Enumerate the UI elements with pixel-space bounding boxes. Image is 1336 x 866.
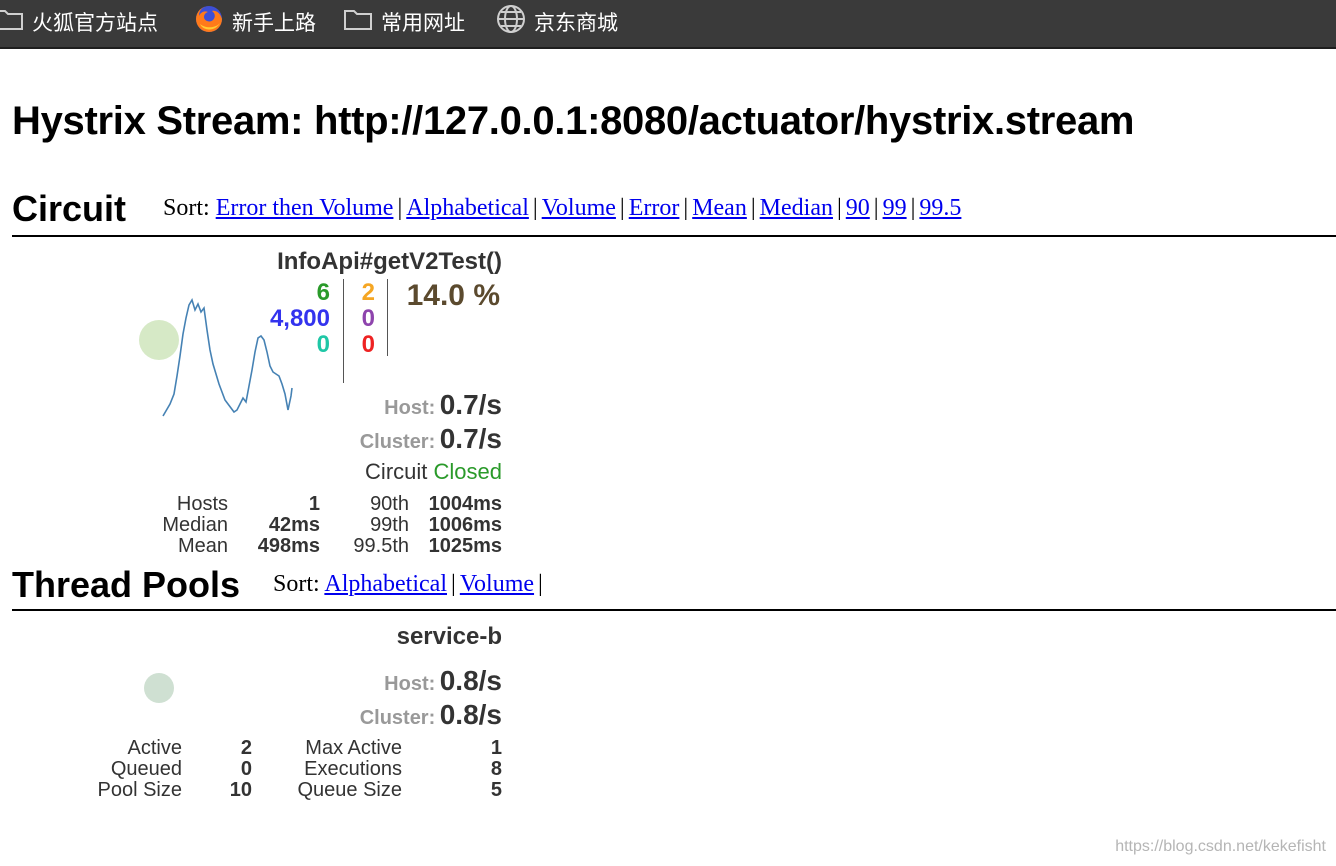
bookmark-label: 京东商城 bbox=[534, 12, 618, 35]
mean-label: Mean bbox=[177, 535, 228, 557]
p99-5-label: 99.5th bbox=[353, 535, 409, 557]
p99-label: 99th bbox=[370, 514, 409, 536]
bookmark-getting-started[interactable]: 新手上路 bbox=[194, 0, 316, 44]
bad-request-count: 0 bbox=[316, 331, 330, 358]
host-rate: 0.7/s bbox=[439, 389, 502, 420]
hosts-value: 1 bbox=[308, 493, 320, 515]
page-title: Hystrix Stream: http://127.0.0.1:8080/ac… bbox=[12, 99, 1135, 143]
sort-mean-link[interactable]: Mean bbox=[692, 195, 747, 221]
timeout-count: 2 bbox=[361, 279, 375, 306]
thread-pool-name: service-b bbox=[396, 623, 502, 650]
circuit-divider bbox=[12, 235, 1336, 237]
executions-label: Executions bbox=[304, 758, 402, 780]
hosts-label: Hosts bbox=[176, 493, 228, 515]
watermark: https://blog.csdn.net/kekefisht bbox=[1115, 838, 1326, 855]
circuit-status-label: Circuit bbox=[365, 459, 428, 484]
sort-label: Sort: bbox=[163, 195, 210, 221]
circuit-status-row: Circuit Closed bbox=[365, 459, 502, 485]
mean-value: 498ms bbox=[257, 535, 320, 557]
active-label: Active bbox=[127, 737, 182, 759]
max-active-label: Max Active bbox=[305, 737, 402, 759]
bookmark-jd-mall[interactable]: 京东商城 bbox=[496, 0, 618, 44]
bookmark-common-sites[interactable]: 常用网址 bbox=[343, 0, 465, 44]
queue-size-label: Queue Size bbox=[297, 779, 402, 801]
p99-5-value: 1025ms bbox=[428, 535, 502, 557]
queued-label: Queued bbox=[110, 758, 182, 780]
p90-label: 90th bbox=[370, 493, 409, 515]
circuit-sort-bar: Sort: Error then Volume | Alphabetical | Vol… bbox=[163, 195, 962, 221]
circuit-name: InfoApi#getV2Test() bbox=[277, 248, 502, 275]
folder-icon bbox=[343, 7, 373, 37]
cluster-rate-row: Cluster: 0.7/s bbox=[360, 423, 502, 455]
max-active-value: 1 bbox=[490, 737, 502, 759]
cluster-label: Cluster: bbox=[359, 707, 436, 729]
globe-icon bbox=[496, 4, 526, 40]
sort-alphabetical-link[interactable]: Alphabetical bbox=[406, 195, 529, 221]
cluster-rate: 0.8/s bbox=[439, 699, 502, 730]
active-value: 2 bbox=[240, 737, 252, 759]
thread-pool-health-circle bbox=[144, 673, 174, 703]
sort-median-link[interactable]: Median bbox=[760, 195, 833, 221]
bookmark-label: 常用网址 bbox=[381, 12, 465, 35]
thread-pools-sort-bar: Sort: Alphabetical | Volume | bbox=[273, 571, 543, 597]
rejected-count: 0 bbox=[361, 305, 375, 332]
p90-value: 1004ms bbox=[428, 493, 502, 515]
circuit-health-circle bbox=[139, 320, 179, 360]
queue-size-value: 5 bbox=[490, 779, 502, 801]
success-count: 6 bbox=[316, 279, 330, 306]
cluster-rate: 0.7/s bbox=[439, 423, 502, 454]
host-rate: 0.8/s bbox=[439, 665, 502, 696]
cluster-label: Cluster: bbox=[359, 431, 436, 453]
bookmark-label: 火狐官方站点 bbox=[32, 12, 158, 35]
p99-value: 1006ms bbox=[428, 514, 502, 536]
failure-count: 0 bbox=[361, 331, 375, 358]
short-circuited-count: 4,800 bbox=[269, 305, 330, 332]
folder-icon bbox=[0, 7, 24, 37]
executions-value: 8 bbox=[490, 758, 502, 780]
bookmark-label: 新手上路 bbox=[232, 12, 316, 35]
sort-label: Sort: bbox=[273, 571, 320, 597]
counter-divider bbox=[343, 279, 344, 383]
sort-volume-link[interactable]: Volume bbox=[542, 195, 616, 221]
thread-pools-section-title: Thread Pools bbox=[12, 564, 241, 605]
bookmarks-toolbar: 火狐官方站点 新手上路 常用网址 京东商城 bbox=[0, 0, 1336, 49]
median-label: Median bbox=[162, 514, 228, 536]
sort-90-link[interactable]: 90 bbox=[846, 195, 870, 221]
host-label: Host: bbox=[384, 673, 436, 695]
queued-value: 0 bbox=[240, 758, 252, 780]
sort-alphabetical-link[interactable]: Alphabetical bbox=[324, 571, 447, 597]
median-value: 42ms bbox=[268, 514, 320, 536]
sort-error-link[interactable]: Error bbox=[629, 195, 680, 221]
pool-size-value: 10 bbox=[229, 779, 252, 801]
host-rate-row: Host: 0.8/s bbox=[384, 665, 502, 697]
circuit-section-title: Circuit bbox=[12, 188, 127, 229]
pool-size-label: Pool Size bbox=[97, 779, 183, 801]
host-label: Host: bbox=[384, 397, 436, 419]
sort-99-5-link[interactable]: 99.5 bbox=[919, 195, 961, 221]
error-percentage: 14.0 % bbox=[406, 279, 500, 312]
thread-pools-divider bbox=[12, 609, 1336, 611]
circuit-status-value: Closed bbox=[433, 459, 502, 484]
host-rate-row: Host: 0.7/s bbox=[384, 389, 502, 421]
firefox-icon bbox=[194, 4, 224, 40]
sort-99-link[interactable]: 99 bbox=[883, 195, 907, 221]
sort-volume-link[interactable]: Volume bbox=[460, 571, 534, 597]
counter-divider bbox=[387, 279, 388, 356]
bookmark-huohu-official[interactable]: 火狐官方站点 bbox=[0, 0, 158, 44]
cluster-rate-row: Cluster: 0.8/s bbox=[360, 699, 502, 731]
sort-error-then-volume-link[interactable]: Error then Volume bbox=[216, 195, 394, 221]
